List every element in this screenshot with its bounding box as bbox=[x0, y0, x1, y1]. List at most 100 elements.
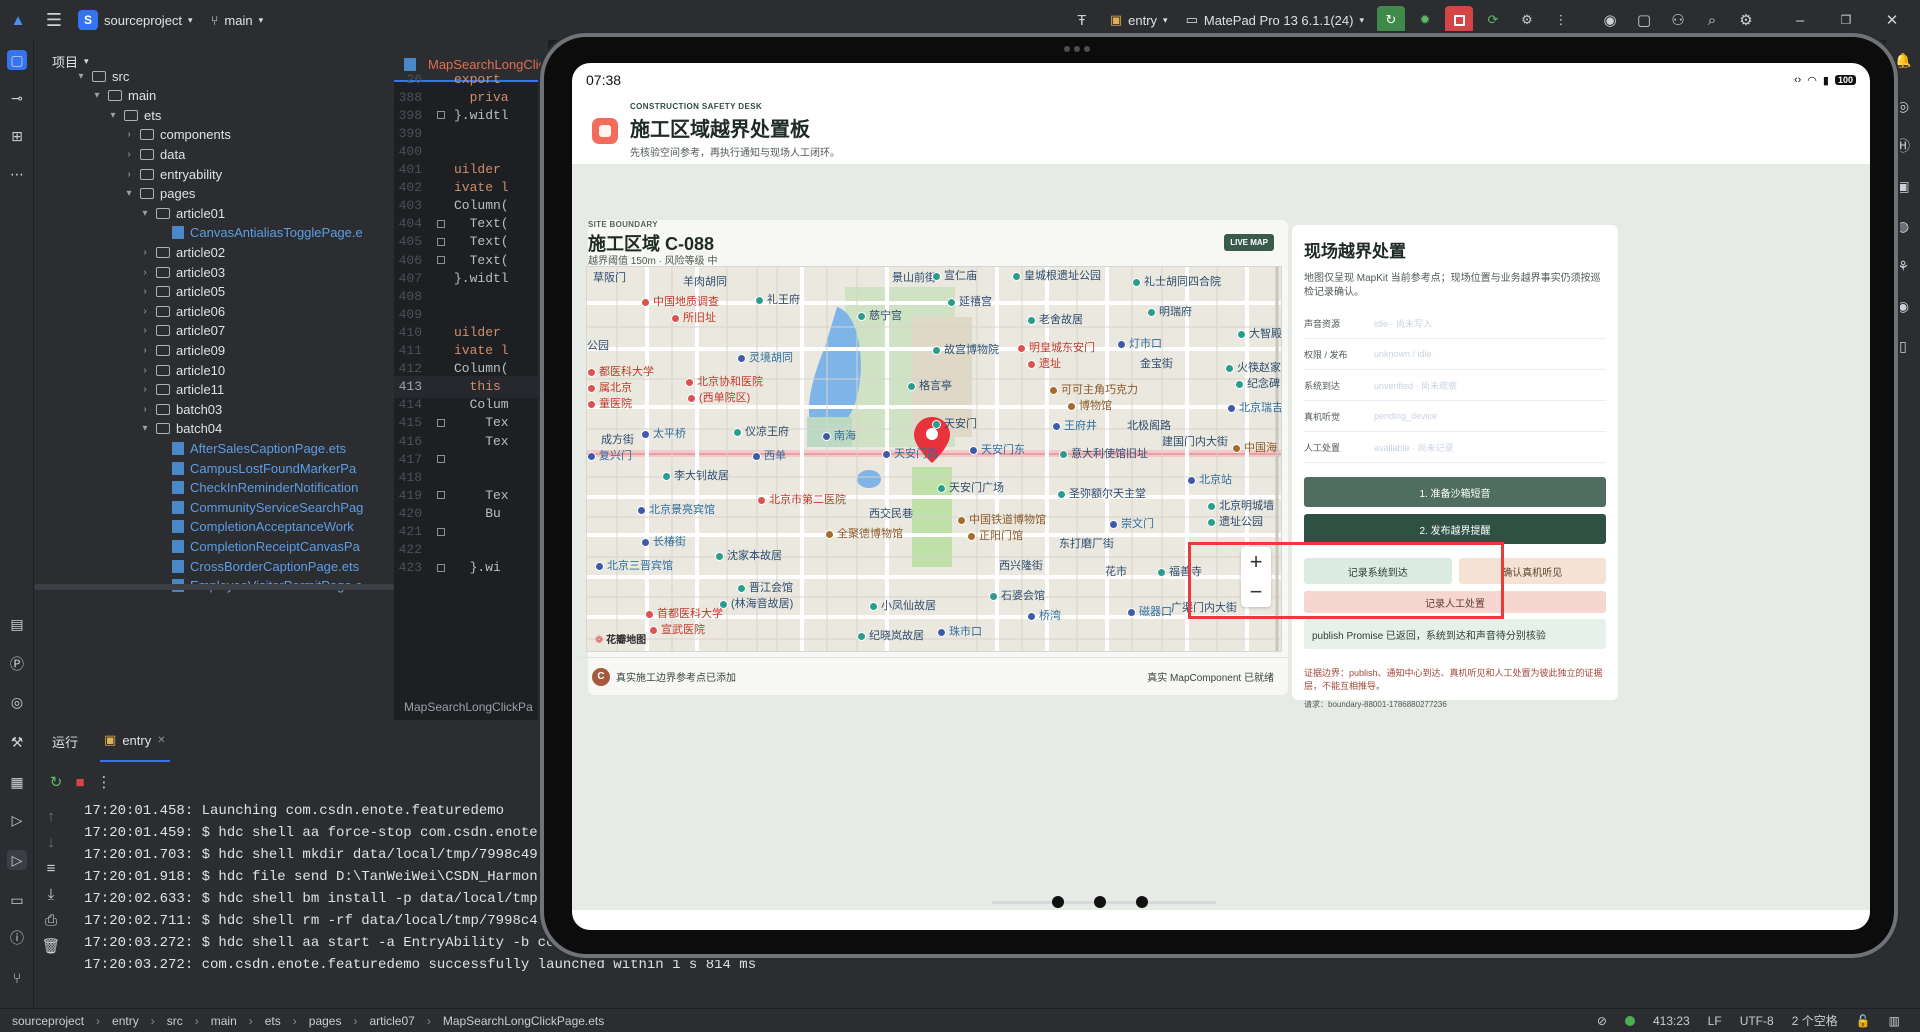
map-poi-label[interactable]: 南海 bbox=[822, 427, 856, 443]
map-poi-label[interactable]: 北京瑞吉酒 bbox=[1227, 399, 1281, 415]
chevron-down-icon[interactable]: ▾ bbox=[106, 110, 120, 121]
maximize-icon[interactable]: ❐ bbox=[1836, 10, 1856, 30]
map-poi-label[interactable]: 北京站 bbox=[1187, 471, 1232, 487]
map-poi-label[interactable]: 北京景亮宾馆 bbox=[637, 501, 715, 517]
map-poi-label[interactable]: 晋江会馆 bbox=[737, 579, 793, 595]
map-poi-label[interactable]: 花市 bbox=[1105, 563, 1127, 579]
chevron-down-icon[interactable]: ▾ bbox=[138, 423, 152, 434]
build-icon[interactable]: ⚒ bbox=[7, 732, 27, 752]
map-poi-label[interactable]: 宣武医院 bbox=[649, 621, 705, 637]
map-poi-label[interactable]: 公园 bbox=[587, 337, 609, 353]
main-menu-icon[interactable]: ☰ bbox=[44, 10, 64, 30]
services-icon[interactable]: ▷ bbox=[7, 810, 27, 830]
chevron-down-icon[interactable]: ▾ bbox=[74, 71, 88, 82]
rerun-icon[interactable]: ↻ bbox=[46, 772, 66, 792]
map-poi-label[interactable]: 西交民巷 bbox=[869, 505, 913, 521]
breadcrumb-item[interactable]: sourceproject bbox=[12, 1014, 84, 1028]
map-poi-label[interactable]: 皇城根遗址公园 bbox=[1012, 267, 1101, 283]
map-poi-label[interactable]: 草阪门 bbox=[593, 269, 626, 285]
map-poi-label[interactable]: 灯市口 bbox=[1117, 335, 1162, 351]
map-poi-label[interactable]: 圣弥额尔天主堂 bbox=[1057, 485, 1146, 501]
map-poi-label[interactable]: 王府井 bbox=[1052, 417, 1097, 433]
breadcrumb-item[interactable]: main bbox=[211, 1014, 237, 1028]
stop-icon[interactable]: ■ bbox=[70, 772, 90, 792]
breadcrumb-item[interactable]: MapSearchLongClickPage.ets bbox=[443, 1014, 604, 1028]
run-config-selector[interactable]: ▣ entry ▾ bbox=[1110, 12, 1168, 28]
map-poi-label[interactable]: 天安门东 bbox=[969, 441, 1025, 457]
account-icon[interactable]: ⚇ bbox=[1668, 10, 1688, 30]
chevron-right-icon[interactable]: › bbox=[138, 384, 152, 395]
map-poi-label[interactable]: 纪念碑 bbox=[1235, 375, 1280, 391]
nav-home-button[interactable] bbox=[1094, 896, 1106, 908]
map-poi-label[interactable]: 都医科大学 bbox=[587, 363, 654, 379]
map-poi-label[interactable]: 成方街 bbox=[601, 431, 634, 447]
map-poi-label[interactable]: 大智殿 bbox=[1237, 325, 1281, 341]
map-poi-label[interactable]: 仪凉王府 bbox=[733, 423, 789, 439]
chevron-right-icon[interactable]: › bbox=[138, 247, 152, 258]
debug-button[interactable]: ✹ bbox=[1411, 6, 1439, 34]
structure-icon[interactable]: ⊞ bbox=[7, 126, 27, 146]
nav-back-button[interactable] bbox=[1052, 896, 1064, 908]
database-icon[interactable]: ▤ bbox=[7, 614, 27, 634]
chevron-right-icon[interactable]: › bbox=[138, 306, 152, 317]
map-poi-label[interactable]: 长椿街 bbox=[641, 533, 686, 549]
map-poi-label[interactable]: 羊肉胡同 bbox=[683, 273, 727, 289]
map-poi-label[interactable]: 北京协和医院 bbox=[685, 373, 763, 389]
map-poi-label[interactable]: (西单院区) bbox=[687, 389, 750, 405]
map-poi-label[interactable]: 天安门 bbox=[932, 415, 977, 431]
chevron-down-icon[interactable]: ▾ bbox=[90, 90, 104, 101]
more-icon[interactable]: ⋮ bbox=[1547, 6, 1575, 34]
code-line[interactable]: 423 }.wi bbox=[394, 557, 548, 579]
map-poi-label[interactable]: 老舍故居 bbox=[1027, 311, 1083, 327]
map-poi-label[interactable]: 西兴隆街 bbox=[999, 557, 1043, 573]
scroll-up-icon[interactable]: ↑ bbox=[41, 806, 61, 826]
chevron-right-icon[interactable]: › bbox=[122, 129, 136, 140]
tree-scrollbar[interactable] bbox=[34, 584, 394, 590]
chevron-right-icon[interactable]: › bbox=[138, 365, 152, 376]
map-poi-label[interactable]: 北京市第二医院 bbox=[757, 491, 846, 507]
publish-alert-button[interactable]: 2. 发布越界提醒 bbox=[1304, 514, 1606, 544]
profiler-strip-icon[interactable]: ◎ bbox=[7, 692, 27, 712]
map-poi-label[interactable]: 童医院 bbox=[587, 395, 632, 411]
chevron-right-icon[interactable]: › bbox=[138, 404, 152, 415]
breadcrumb-item[interactable]: entry bbox=[112, 1014, 139, 1028]
chevron-down-icon[interactable]: ▾ bbox=[122, 188, 136, 199]
map-poi-label[interactable]: 灵境胡同 bbox=[737, 349, 793, 365]
map-poi-label[interactable]: 格言亭 bbox=[907, 377, 952, 393]
breadcrumb-item[interactable]: ets bbox=[265, 1014, 281, 1028]
chevron-down-icon[interactable]: ▾ bbox=[138, 208, 152, 219]
trash-icon[interactable]: 🗑 bbox=[41, 936, 61, 956]
profiler-icon[interactable]: ◉ bbox=[1600, 10, 1620, 30]
more-tools-icon[interactable]: ⋯ bbox=[7, 164, 27, 184]
map-poi-label[interactable]: 太平桥 bbox=[641, 425, 686, 441]
chevron-right-icon[interactable]: › bbox=[138, 286, 152, 297]
map-view[interactable]: 草阪门 羊肉胡同 景山前街 宣仁庙 皇城根遗址公园 礼士胡同四合院 中国地质调查 所旧址 礼王府… bbox=[586, 266, 1282, 652]
map-poi-label[interactable]: 沈家本故居 bbox=[715, 547, 782, 563]
bug-icon[interactable]: ⚙ bbox=[1513, 6, 1541, 34]
map-poi-label[interactable]: 西单 bbox=[752, 447, 786, 463]
map-poi-label[interactable]: 礼王府 bbox=[755, 291, 800, 307]
map-poi-label[interactable]: 石婆会馆 bbox=[989, 587, 1045, 603]
prepare-sound-button[interactable]: 1. 准备沙箱短音 bbox=[1304, 477, 1606, 507]
search-icon[interactable]: ⌕ bbox=[1702, 10, 1722, 30]
chevron-right-icon[interactable]: › bbox=[138, 267, 152, 278]
breadcrumb-item[interactable]: src bbox=[167, 1014, 183, 1028]
print-icon[interactable]: ⎙ bbox=[41, 910, 61, 930]
map-poi-label[interactable]: 北京明城墙 bbox=[1207, 497, 1274, 513]
line-separator[interactable]: LF bbox=[1708, 1014, 1722, 1028]
branch-selector[interactable]: ⑂ main ▾ bbox=[211, 13, 264, 28]
problems-icon[interactable]: ⓘ bbox=[7, 928, 27, 948]
map-poi-label[interactable]: 火筷赵家楼 bbox=[1225, 359, 1281, 375]
more-icon[interactable]: ⋮ bbox=[94, 772, 114, 792]
map-poi-label[interactable]: 李大钊故居 bbox=[662, 467, 729, 483]
breadcrumb-item[interactable]: article07 bbox=[369, 1014, 414, 1028]
run-tool-icon[interactable]: ▷ bbox=[7, 850, 27, 870]
terminal-icon[interactable]: ▭ bbox=[7, 890, 27, 910]
map-poi-label[interactable]: 宣仁庙 bbox=[932, 267, 977, 283]
map-poi-label[interactable]: 全聚德博物馆 bbox=[825, 525, 903, 541]
map-poi-label[interactable]: 中国地质调查 bbox=[641, 293, 719, 309]
map-poi-label[interactable]: 正阳门馆 bbox=[967, 527, 1023, 543]
map-poi-label[interactable]: 复兴门 bbox=[587, 447, 632, 463]
map-poi-label[interactable]: 中国铁道博物馆 bbox=[957, 511, 1046, 527]
map-poi-label[interactable]: 遗址公园 bbox=[1207, 513, 1263, 529]
